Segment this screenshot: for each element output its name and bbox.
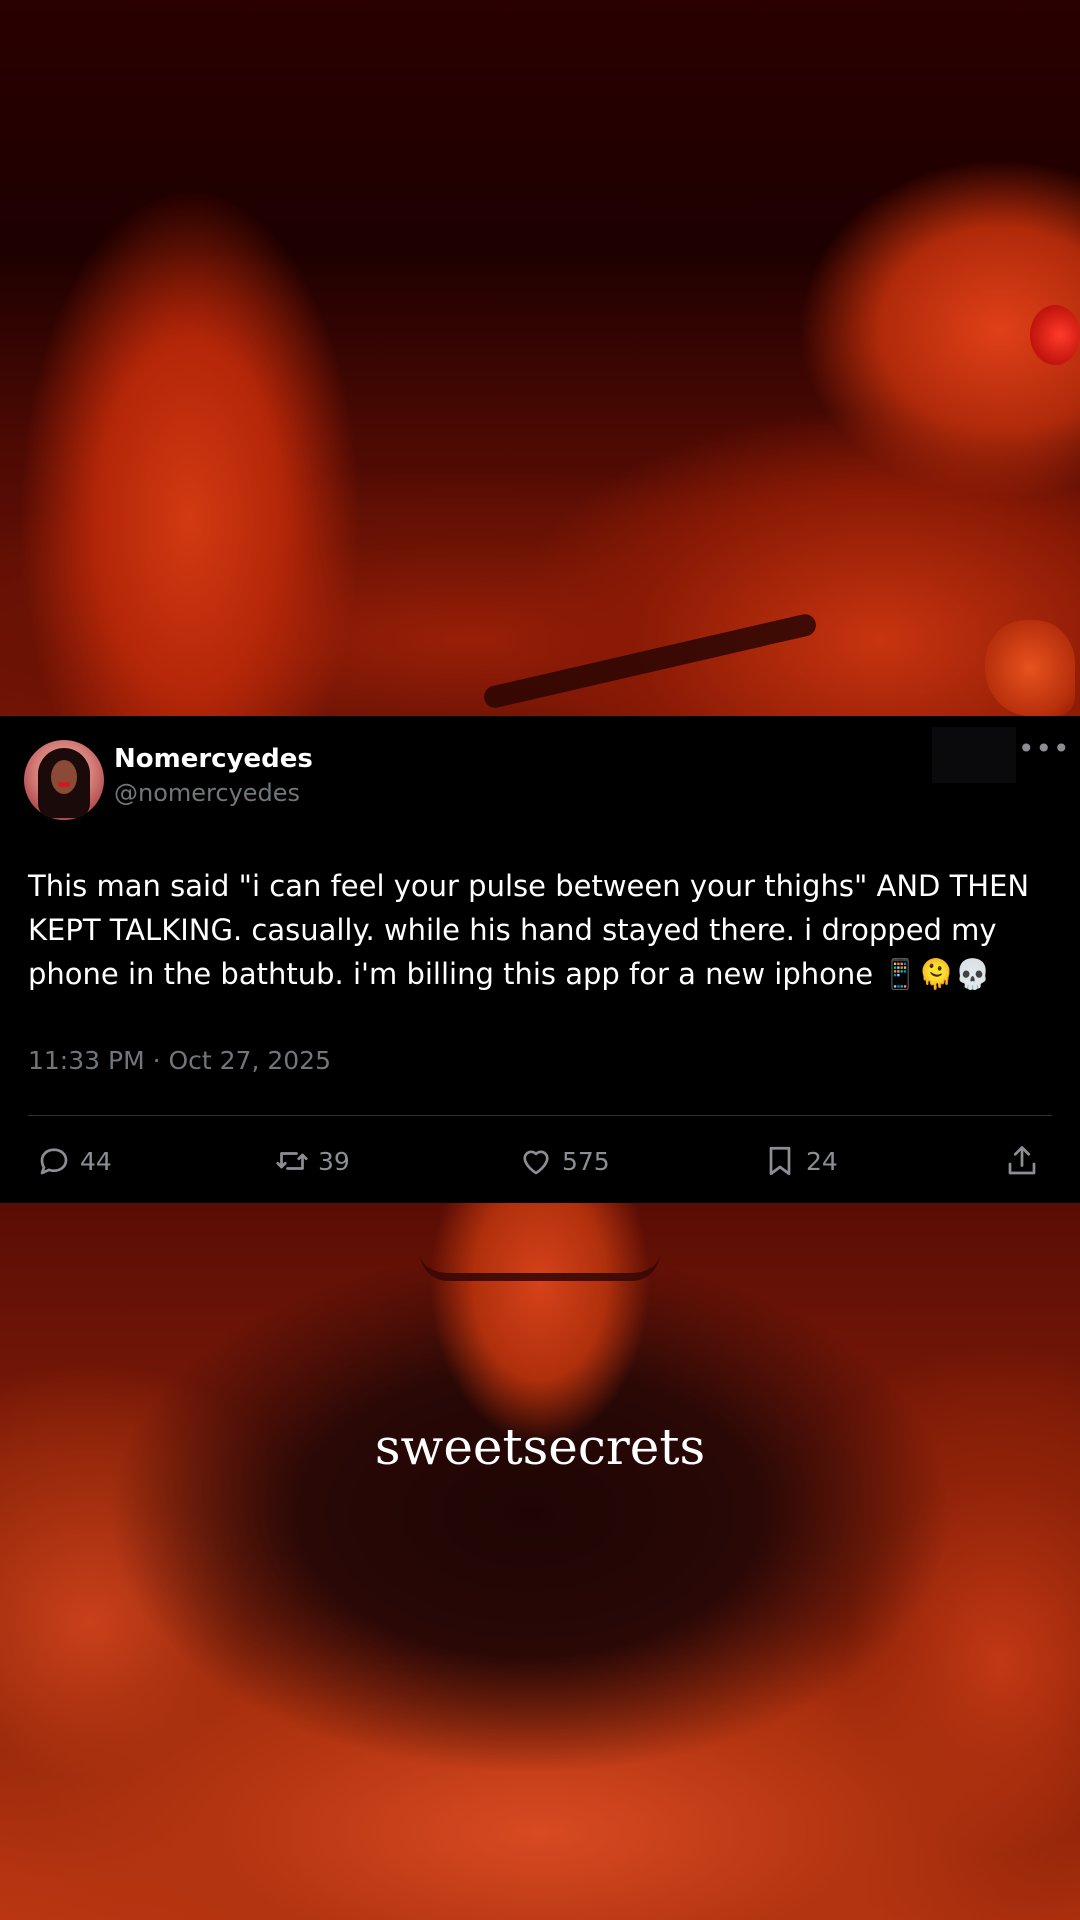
more-button-highlight	[932, 727, 1016, 783]
avatar-face	[51, 760, 77, 794]
bookmark-button[interactable]: 24	[762, 1141, 838, 1181]
share-icon	[1008, 1146, 1036, 1175]
bottom-background-photo	[0, 1203, 1080, 1920]
divider	[28, 1115, 1052, 1116]
retweet-button[interactable]: 39	[274, 1141, 350, 1181]
retweet-icon	[276, 1152, 308, 1170]
avatar[interactable]	[24, 740, 104, 820]
more-icon[interactable]: •••	[1018, 734, 1070, 764]
reply-button[interactable]: 44	[36, 1141, 112, 1181]
avatar-mouth	[58, 782, 70, 787]
like-button[interactable]: 575	[518, 1141, 610, 1181]
reply-count: 44	[80, 1146, 112, 1176]
display-name[interactable]: Nomercyedes	[114, 744, 313, 774]
photo-strap-detail	[481, 612, 819, 710]
tweet-card: Nomercyedes @nomercyedes ••• This man sa…	[0, 716, 1080, 1203]
reply-icon	[40, 1148, 68, 1175]
user-handle[interactable]: @nomercyedes	[114, 779, 300, 807]
bookmark-count: 24	[806, 1146, 838, 1176]
tweet-timestamp[interactable]: 11:33 PM · Oct 27, 2025	[28, 1046, 331, 1075]
watermark: sweetsecrets	[374, 1418, 706, 1476]
share-button[interactable]	[1004, 1141, 1040, 1181]
retweet-count: 39	[318, 1146, 350, 1176]
photo-lips-detail	[1030, 305, 1080, 365]
like-count: 575	[562, 1146, 610, 1176]
top-background-photo	[0, 0, 1080, 716]
photo-choker-detail	[420, 1253, 660, 1281]
bookmark-icon	[769, 1146, 791, 1176]
like-icon	[523, 1150, 549, 1175]
tweet-text: This man said "i can feel your pulse bet…	[28, 869, 1030, 991]
photo-ear-detail	[985, 620, 1075, 716]
